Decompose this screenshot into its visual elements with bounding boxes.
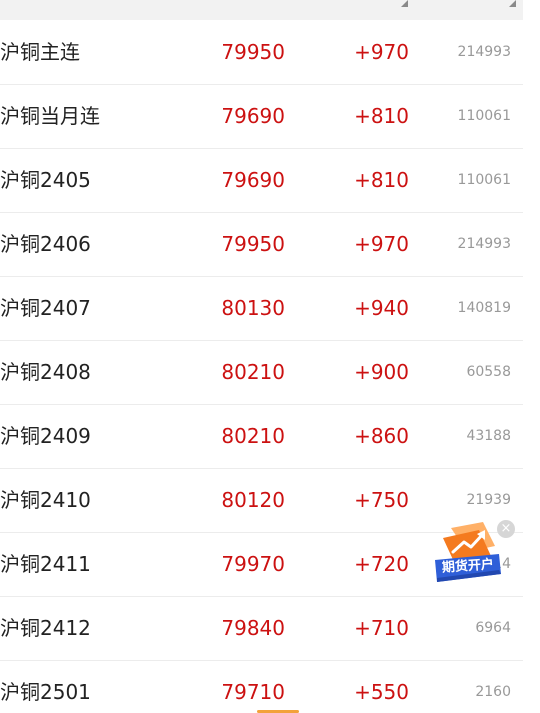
trade-volume: 140819 <box>457 300 511 316</box>
price-change: +810 <box>354 104 409 128</box>
price-change: +970 <box>354 40 409 64</box>
price-change: +710 <box>354 616 409 640</box>
quote-row[interactable]: 沪铜2408 80210 +900 60558 <box>0 341 523 405</box>
trade-volume: 60558 <box>466 364 511 380</box>
last-price: 79970 <box>221 552 285 576</box>
price-change: +940 <box>354 296 409 320</box>
quote-row[interactable]: 沪铜2409 80210 +860 43188 <box>0 405 523 469</box>
trade-volume: 214993 <box>457 44 511 60</box>
quote-row[interactable]: 沪铜主连 79950 +970 214993 <box>0 21 523 85</box>
contract-name: 沪铜2408 <box>0 360 91 384</box>
contract-name: 沪铜2409 <box>0 424 91 448</box>
last-price: 80210 <box>221 424 285 448</box>
last-price: 80130 <box>221 296 285 320</box>
close-icon[interactable]: × <box>497 520 515 538</box>
price-change: +860 <box>354 424 409 448</box>
sort-indicator-icon[interactable] <box>509 0 516 7</box>
contract-name: 沪铜2405 <box>0 168 91 192</box>
open-account-promo[interactable]: 期货开户 × <box>433 520 515 586</box>
price-change: +720 <box>354 552 409 576</box>
quote-list: 沪铜主连 79950 +970 214993 沪铜当月连 79690 +810 110061 沪… <box>0 21 523 713</box>
quote-row[interactable]: 沪铜2407 80130 +940 140819 <box>0 277 523 341</box>
sort-indicator-icon[interactable] <box>401 0 408 7</box>
price-change: +550 <box>354 680 409 704</box>
quote-row[interactable]: 沪铜2405 79690 +810 110061 <box>0 149 523 213</box>
last-price: 79690 <box>221 104 285 128</box>
contract-name: 沪铜2410 <box>0 488 91 512</box>
price-change: +750 <box>354 488 409 512</box>
contract-name: 沪铜2501 <box>0 680 91 704</box>
contract-name: 沪铜主连 <box>0 40 80 64</box>
last-price: 79710 <box>221 680 285 704</box>
price-change: +900 <box>354 360 409 384</box>
quote-row[interactable]: 沪铜2412 79840 +710 6964 <box>0 597 523 661</box>
column-header-strip <box>0 0 523 20</box>
contract-name: 沪铜2406 <box>0 232 91 256</box>
price-change: +810 <box>354 168 409 192</box>
price-change: +970 <box>354 232 409 256</box>
trade-volume: 2160 <box>475 684 511 700</box>
trade-volume: 110061 <box>457 108 511 124</box>
contract-name: 沪铜2411 <box>0 552 91 576</box>
trade-volume: 214993 <box>457 236 511 252</box>
quote-row[interactable]: 沪铜2406 79950 +970 214993 <box>0 213 523 277</box>
contract-name: 沪铜2412 <box>0 616 91 640</box>
trade-volume: 110061 <box>457 172 511 188</box>
last-price: 79840 <box>221 616 285 640</box>
last-price: 79950 <box>221 40 285 64</box>
trade-volume: 6964 <box>475 620 511 636</box>
futures-quote-list-screen: 沪铜主连 79950 +970 214993 沪铜当月连 79690 +810 110061 沪… <box>0 0 540 713</box>
last-price: 80120 <box>221 488 285 512</box>
contract-name: 沪铜当月连 <box>0 104 100 128</box>
last-price: 80210 <box>221 360 285 384</box>
last-price: 79690 <box>221 168 285 192</box>
contract-name: 沪铜2407 <box>0 296 91 320</box>
last-price: 79950 <box>221 232 285 256</box>
quote-row[interactable]: 沪铜2501 79710 +550 2160 <box>0 661 523 713</box>
trade-volume: 43188 <box>466 428 511 444</box>
quote-row[interactable]: 沪铜当月连 79690 +810 110061 <box>0 85 523 149</box>
